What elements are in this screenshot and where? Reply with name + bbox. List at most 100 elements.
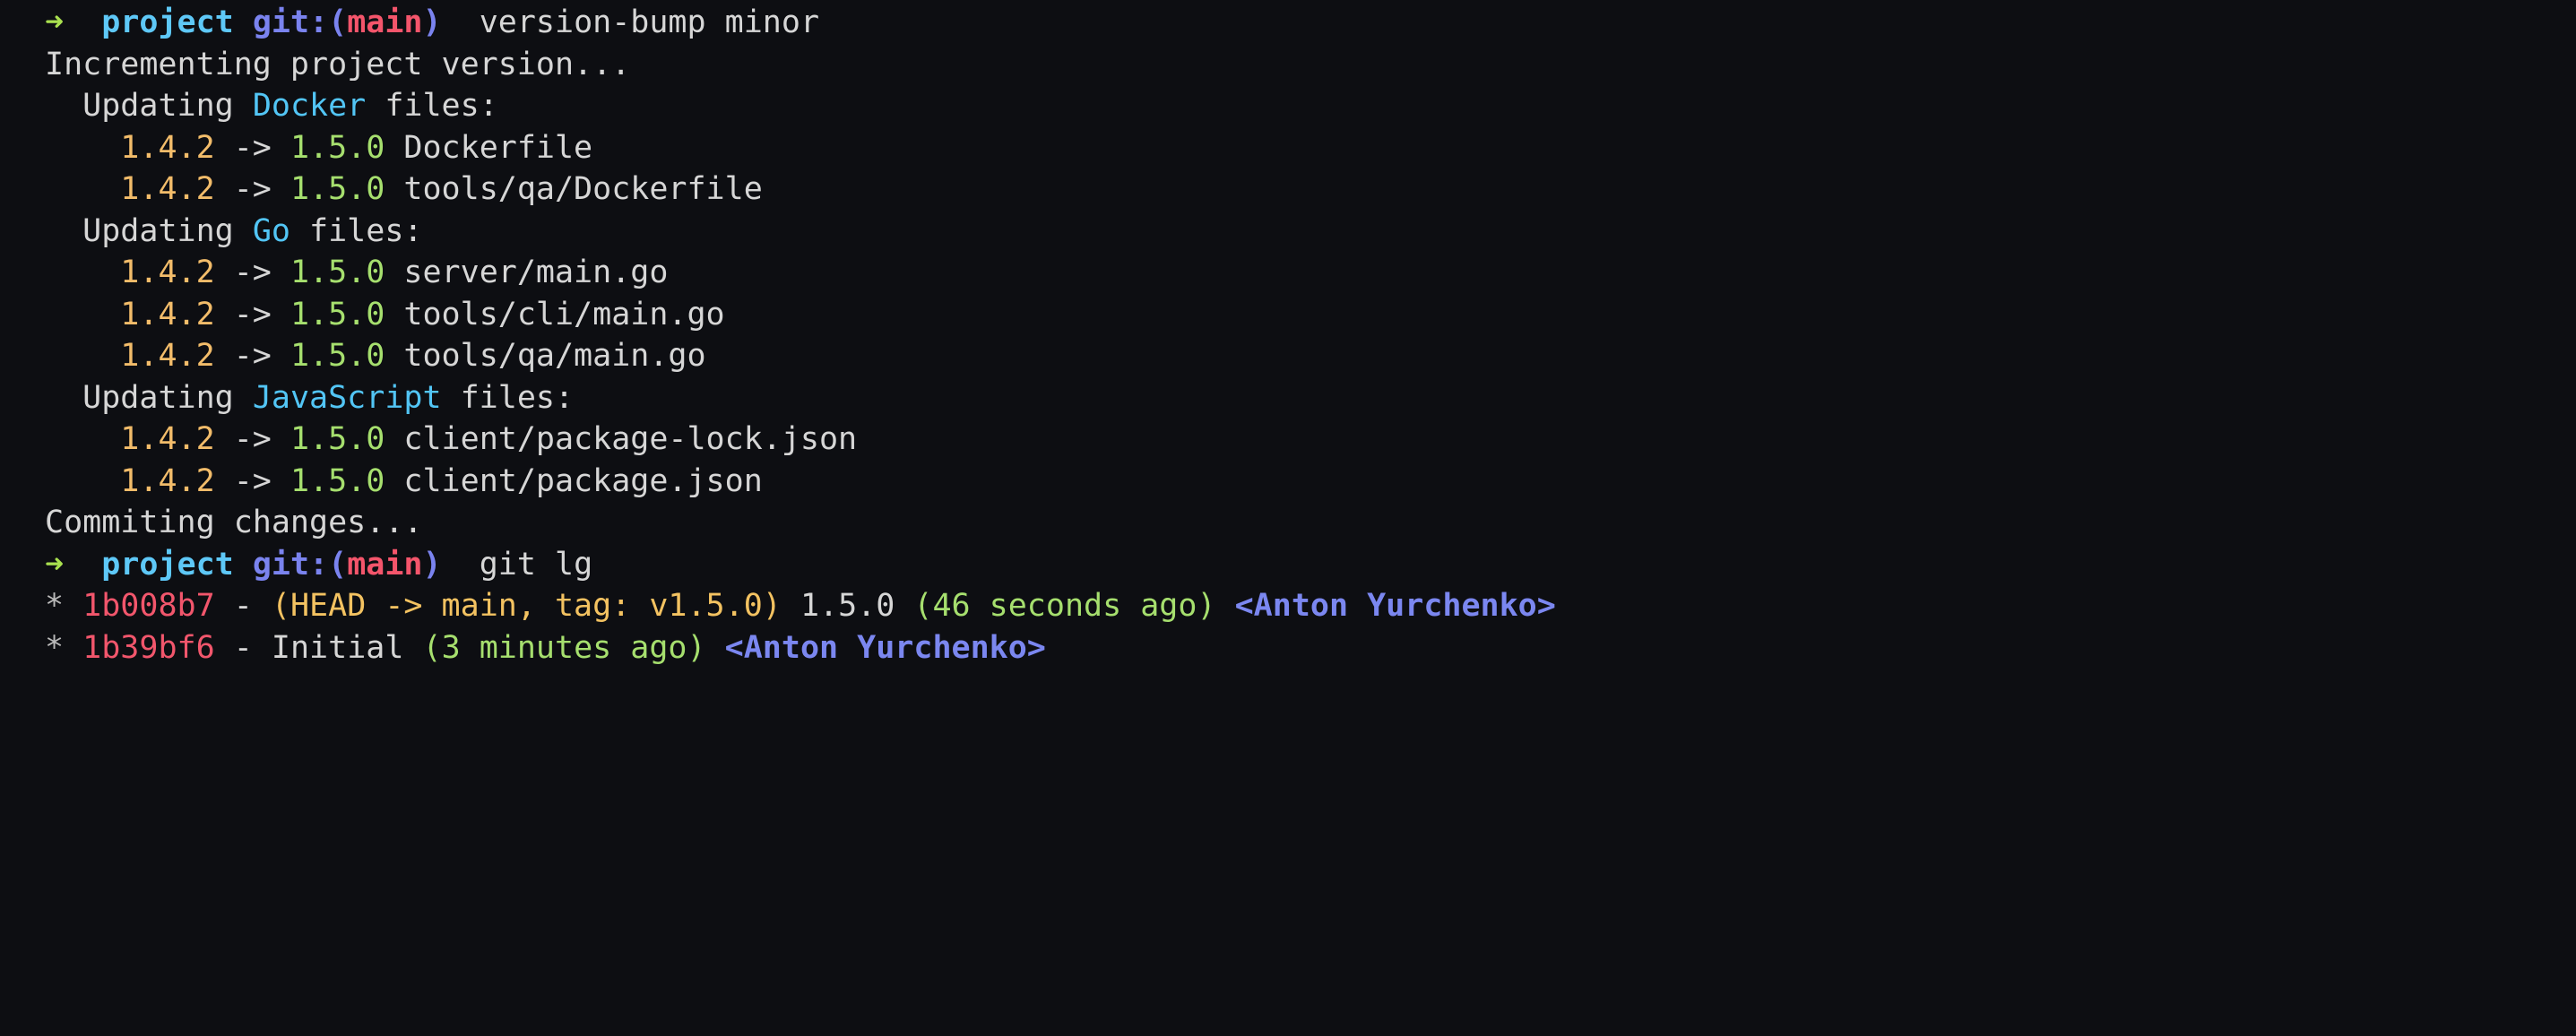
prompt-arrow-icon: ➜ bbox=[45, 546, 65, 583]
new-version: 1.5.0 bbox=[290, 296, 385, 332]
old-version: 1.4.2 bbox=[120, 462, 215, 499]
prompt-directory: project bbox=[101, 4, 234, 40]
prompt-git-branch: main bbox=[347, 546, 423, 583]
section-prefix: Updating bbox=[82, 88, 253, 124]
terminal-line-go-file-2: 1.4.2 -> 1.5.0 tools/cli/main.go bbox=[0, 294, 2576, 336]
commit-subject: 1.5.0 bbox=[800, 588, 895, 624]
terminal-line-incrementing: Incrementing project version... bbox=[0, 44, 2576, 86]
file-path: client/package-lock.json bbox=[403, 421, 858, 457]
new-version: 1.5.0 bbox=[290, 338, 385, 374]
old-version: 1.4.2 bbox=[120, 255, 215, 290]
new-version: 1.5.0 bbox=[290, 462, 385, 499]
prompt-git-prefix: git:( bbox=[252, 546, 348, 583]
new-version: 1.5.0 bbox=[290, 421, 385, 457]
arrow-glyph: -> bbox=[233, 296, 272, 332]
commit-author: <Anton Yurchenko> bbox=[1234, 588, 1556, 624]
terminal-line-git-log-2: * 1b39bf6 - Initial (3 minutes ago) <Ant… bbox=[0, 627, 2576, 669]
section-language: Go bbox=[252, 212, 290, 249]
terminal-line-updating-docker-header: Updating Docker files: bbox=[0, 85, 2576, 127]
section-prefix: Updating bbox=[82, 379, 253, 416]
terminal-output[interactable]: ➜ project git:(main) version-bump minor I… bbox=[0, 0, 2576, 1036]
old-version: 1.4.2 bbox=[120, 171, 215, 207]
file-path: tools/qa/main.go bbox=[403, 338, 706, 374]
commit-hash: 1b008b7 bbox=[82, 588, 215, 624]
new-version: 1.5.0 bbox=[290, 129, 385, 166]
prompt-arrow-icon: ➜ bbox=[45, 4, 65, 40]
section-suffix: files: bbox=[290, 212, 423, 249]
file-path: server/main.go bbox=[403, 255, 669, 290]
terminal-line-prompt-git-lg: ➜ project git:(main) git lg bbox=[0, 544, 2576, 586]
terminal-line-go-file-1: 1.4.2 -> 1.5.0 server/main.go bbox=[0, 252, 2576, 294]
new-version: 1.5.0 bbox=[290, 255, 385, 290]
prompt-directory: project bbox=[101, 546, 234, 583]
prompt-git-prefix: git:( bbox=[252, 4, 348, 40]
arrow-glyph: -> bbox=[233, 421, 272, 457]
terminal-line-commiting: Commiting changes... bbox=[0, 502, 2576, 544]
section-language: JavaScript bbox=[252, 379, 442, 416]
file-path: Dockerfile bbox=[403, 129, 593, 166]
section-suffix: files: bbox=[366, 88, 498, 124]
section-language: Docker bbox=[252, 88, 367, 124]
old-version: 1.4.2 bbox=[120, 129, 215, 166]
terminal-line-js-file-2: 1.4.2 -> 1.5.0 client/package.json bbox=[0, 461, 2576, 503]
dash-separator: - bbox=[233, 588, 253, 624]
section-prefix: Updating bbox=[82, 212, 253, 249]
file-path: tools/cli/main.go bbox=[403, 296, 725, 332]
commit-relative-time: (3 minutes ago) bbox=[422, 629, 706, 666]
file-path: client/package.json bbox=[403, 462, 763, 499]
terminal-line-go-file-3: 1.4.2 -> 1.5.0 tools/qa/main.go bbox=[0, 335, 2576, 377]
output-text: Incrementing project version... bbox=[45, 46, 631, 82]
prompt-command: version-bump minor bbox=[479, 4, 820, 40]
old-version: 1.4.2 bbox=[120, 296, 215, 332]
terminal-line-prompt-version-bump: ➜ project git:(main) version-bump minor bbox=[0, 0, 2576, 44]
commit-subject: Initial bbox=[271, 629, 404, 666]
terminal-line-git-log-1: * 1b008b7 - (HEAD -> main, tag: v1.5.0) … bbox=[0, 585, 2576, 627]
file-path: tools/qa/Dockerfile bbox=[403, 171, 763, 207]
commit-refs: (HEAD -> main, tag: v1.5.0) bbox=[271, 588, 782, 624]
arrow-glyph: -> bbox=[233, 462, 272, 499]
terminal-line-docker-file-2: 1.4.2 -> 1.5.0 tools/qa/Dockerfile bbox=[0, 168, 2576, 211]
arrow-glyph: -> bbox=[233, 171, 272, 207]
graph-marker: * bbox=[45, 629, 65, 666]
arrow-glyph: -> bbox=[233, 129, 272, 166]
old-version: 1.4.2 bbox=[120, 421, 215, 457]
graph-marker: * bbox=[45, 588, 65, 624]
terminal-line-js-file-1: 1.4.2 -> 1.5.0 client/package-lock.json bbox=[0, 419, 2576, 461]
old-version: 1.4.2 bbox=[120, 338, 215, 374]
